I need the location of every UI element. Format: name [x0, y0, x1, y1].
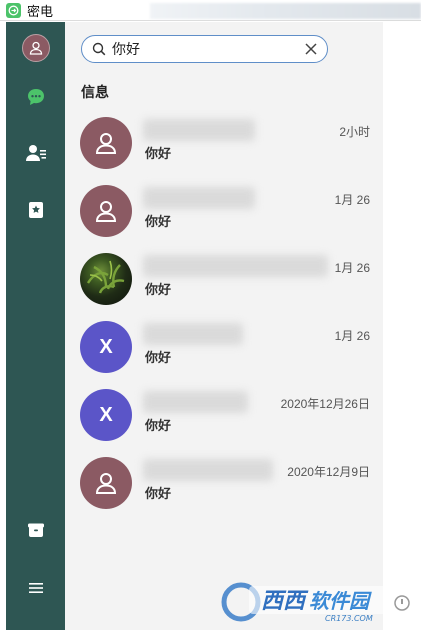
- message-preview: 你好: [145, 486, 172, 501]
- conversation-item[interactable]: X 2020年12月26日 你好: [65, 381, 383, 449]
- conversation-item[interactable]: X 1月 26 你好: [65, 313, 383, 381]
- user-avatar-icon: [95, 201, 117, 222]
- sidebar: [6, 22, 65, 630]
- watermark-logo: 西西 软件园 CR173.COM: [221, 582, 410, 623]
- conversation-time: 2小时: [339, 125, 370, 139]
- window-title: 密电: [27, 3, 54, 19]
- conversation-item[interactable]: 1月 26 你好: [65, 177, 383, 245]
- section-title: 信息: [81, 84, 109, 100]
- svg-text:软件园: 软件园: [309, 589, 372, 613]
- app-window: 密电 信息: [0, 0, 421, 630]
- blurred-contact-name: [143, 255, 328, 277]
- app-logo-icon: [6, 2, 21, 18]
- conversation-time: 1月 26: [334, 261, 370, 275]
- avatar-letter: X: [99, 335, 113, 358]
- user-avatar-icon: [21, 34, 50, 62]
- message-preview: 你好: [145, 214, 172, 229]
- plant-photo-icon: [86, 260, 125, 294]
- conversation-time: 2020年12月26日: [280, 397, 370, 411]
- conversation-time: 1月 26: [334, 193, 370, 207]
- conversation-panel: 信息 2小时 你好 1月 26 你好 1月 26 你好: [65, 22, 383, 630]
- message-preview: 你好: [145, 146, 172, 161]
- search-input[interactable]: [112, 41, 292, 57]
- blurred-background: [150, 3, 421, 19]
- blurred-contact-name: [143, 323, 243, 345]
- chat-area: [383, 22, 421, 630]
- conversation-item[interactable]: 1月 26 你好: [65, 245, 383, 313]
- avatar: [80, 253, 132, 305]
- svg-text:西西: 西西: [261, 589, 309, 614]
- bookmark-icon: [28, 202, 43, 218]
- message-preview: 你好: [145, 350, 172, 365]
- avatar-letter: X: [99, 403, 113, 426]
- conversation-time: 1月 26: [334, 329, 370, 343]
- sidebar-menu-button[interactable]: [6, 568, 65, 608]
- conversation-item[interactable]: 2小时 你好: [65, 109, 383, 177]
- avatar: X: [80, 389, 132, 441]
- search-box[interactable]: [81, 35, 328, 63]
- avatar: X: [80, 321, 132, 373]
- user-avatar-icon: [95, 473, 117, 494]
- blurred-contact-name: [143, 391, 248, 413]
- title-bar: 密电: [0, 0, 421, 21]
- menu-icon: [28, 583, 43, 593]
- sidebar-profile-button[interactable]: [6, 28, 65, 68]
- avatar: [80, 185, 132, 237]
- conversation-item[interactable]: 2020年12月9日 你好: [65, 449, 383, 517]
- avatar: [80, 457, 132, 509]
- blurred-contact-name: [143, 459, 273, 481]
- search-icon: [92, 42, 106, 56]
- sidebar-item-package[interactable]: [6, 510, 65, 550]
- contacts-icon: [25, 145, 46, 161]
- blurred-contact-name: [143, 187, 255, 209]
- sidebar-item-messages[interactable]: [6, 77, 65, 117]
- conversation-time: 2020年12月9日: [287, 465, 370, 479]
- sidebar-item-contacts[interactable]: [6, 133, 65, 173]
- svg-text:CR173.COM: CR173.COM: [325, 614, 373, 623]
- blurred-contact-name: [143, 119, 255, 141]
- message-preview: 你好: [145, 418, 172, 433]
- user-avatar-icon: [95, 133, 117, 154]
- sidebar-item-favorites[interactable]: [6, 190, 65, 230]
- close-icon[interactable]: [304, 42, 318, 56]
- message-preview: 你好: [145, 282, 172, 297]
- package-icon: [27, 523, 44, 537]
- chat-bubble-icon: [27, 89, 44, 105]
- avatar: [80, 117, 132, 169]
